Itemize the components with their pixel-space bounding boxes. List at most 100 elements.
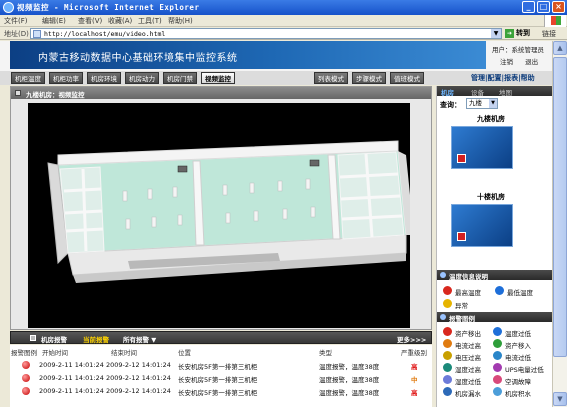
column-header: 严重级别 xyxy=(401,349,427,357)
asset-removed-icon xyxy=(443,327,452,336)
floor-select-value: 九楼 xyxy=(469,99,482,107)
alarm-type: 温度报警，温度38度 xyxy=(319,389,380,397)
panel-collapse-icon[interactable] xyxy=(15,90,21,96)
tab-cabinet-power[interactable]: 机柜功率 xyxy=(49,72,83,84)
info-icon xyxy=(440,272,446,278)
logout-link[interactable]: 注销 xyxy=(500,58,513,66)
vertical-scrollbar[interactable]: ▲ ▼ xyxy=(552,41,567,407)
scroll-up-icon[interactable]: ▲ xyxy=(553,41,567,55)
legend-label: 机房积水 xyxy=(505,390,531,398)
step-mode-button[interactable]: 步骤模式 xyxy=(352,72,386,84)
session-links: 注销 退出 xyxy=(500,56,548,66)
end-time: 2009-2-12 14:01:24 xyxy=(106,361,171,369)
tab-room-environment[interactable]: 机房环境 xyxy=(87,72,121,84)
legend-label: 资产移出 xyxy=(455,330,481,338)
max-temp-icon xyxy=(443,286,452,295)
menu-favorites[interactable]: 收藏(A) xyxy=(108,16,132,26)
management-links[interactable]: 管理|配置|报表|帮助 xyxy=(471,73,535,83)
address-url: http://localhost/emu/video.html xyxy=(44,30,166,38)
sidebar-tab-rooms[interactable]: 机房 xyxy=(441,87,454,97)
table-row[interactable]: 2009-2-11 14:01:24 2009-2-12 14:01:24 长安… xyxy=(10,386,432,397)
maximize-button[interactable]: □ xyxy=(537,1,550,13)
location: 长安机房5F第一排第三机柜 xyxy=(178,363,258,371)
alarm-red-icon xyxy=(22,374,30,382)
page-icon xyxy=(33,30,41,38)
breadcrumb: 九楼机房：视频监控 xyxy=(26,91,85,99)
window-title: 视频监控 - Microsoft Internet Explorer xyxy=(17,3,200,12)
list-mode-button[interactable]: 列表模式 xyxy=(314,72,348,84)
sidebar-tabs: 机房 设备 地图 xyxy=(437,86,553,97)
low-current-icon xyxy=(493,351,502,360)
scroll-thumb[interactable] xyxy=(553,57,567,357)
nav-tabs: 机柜温度 机柜功率 机房环境 机房动力 机房门禁 视频监控 列表模式 步骤模式 … xyxy=(0,71,567,85)
tab-room-power[interactable]: 机房动力 xyxy=(125,72,159,84)
room-card-9f[interactable] xyxy=(451,126,513,169)
address-bar: 地址(D) http://localhost/emu/video.html ▼ … xyxy=(0,27,567,40)
end-time: 2009-2-12 14:01:24 xyxy=(106,387,171,395)
close-button[interactable]: × xyxy=(552,1,565,13)
duty-mode-button[interactable]: 值班模式 xyxy=(390,72,424,84)
column-header: 位置 xyxy=(178,349,191,357)
table-row[interactable]: 2009-2-11 14:01:24 2009-2-12 14:01:24 长安… xyxy=(10,373,432,384)
menu-edit[interactable]: 编辑(E) xyxy=(42,16,66,26)
tab-access-control[interactable]: 机房门禁 xyxy=(163,72,197,84)
legend-label: 空调故障 xyxy=(505,378,531,386)
sidebar-tab-devices[interactable]: 设备 xyxy=(471,87,484,97)
alarm-panel-icon xyxy=(30,335,36,341)
menu-tools[interactable]: 工具(T) xyxy=(138,16,162,26)
location: 长安机房5F第一排第三机柜 xyxy=(178,389,258,397)
go-button[interactable]: ➜ 转到 xyxy=(505,28,530,39)
low-humidity-icon xyxy=(443,375,452,384)
more-link[interactable]: 更多>>> xyxy=(397,334,426,344)
alarm-legend-title: 报警图例 xyxy=(449,315,475,323)
column-header: 结束时间 xyxy=(111,349,137,357)
sidebar-tab-map[interactable]: 地图 xyxy=(499,87,512,97)
data-center-3d-view[interactable] xyxy=(28,103,410,328)
start-time: 2009-2-11 14:01:24 xyxy=(39,361,104,369)
tab-cabinet-temperature[interactable]: 机柜温度 xyxy=(11,72,45,84)
column-header: 开始时间 xyxy=(42,349,68,357)
floor-select[interactable]: 九楼 ▼ xyxy=(466,98,498,109)
scroll-down-icon[interactable]: ▼ xyxy=(553,392,567,406)
alarm-red-icon xyxy=(22,387,30,395)
address-label: 地址(D) xyxy=(4,30,29,38)
address-input[interactable]: http://localhost/emu/video.html ▼ xyxy=(30,28,502,39)
water-leak-icon xyxy=(443,387,452,396)
alarm-type: 温度报警，温度38度 xyxy=(319,363,380,371)
min-temp-icon xyxy=(495,286,504,295)
window-title-bar: 视频监控 - Microsoft Internet Explorer _ □ × xyxy=(0,0,567,15)
exit-link[interactable]: 退出 xyxy=(525,58,538,66)
severity: 中 xyxy=(411,376,418,384)
chevron-down-icon[interactable]: ▼ xyxy=(491,29,501,38)
legend-label: UPS电量过低 xyxy=(505,366,544,374)
alarm-table: 报警图例 开始时间 结束时间 位置 类型 严重级别 2009-2-11 14:0… xyxy=(10,345,432,407)
table-row[interactable]: 2009-2-11 14:01:24 2009-2-12 14:01:24 长安… xyxy=(10,360,432,371)
chevron-down-icon: ▼ xyxy=(489,99,497,108)
end-time: 2009-2-12 14:01:24 xyxy=(106,374,171,382)
current-alarms-tab[interactable]: 当前报警 xyxy=(83,334,109,344)
room-card-10f[interactable] xyxy=(451,204,513,247)
menu-bar: 文件(F) 编辑(E) 查看(V) 收藏(A) 工具(T) 帮助(H) xyxy=(0,15,567,27)
alarm-bar: 机房报警 当前报警 所有报警 ▼ 更多>>> xyxy=(10,331,432,344)
links-button[interactable]: 链接 xyxy=(542,29,556,39)
panel-header: 九楼机房：视频监控 xyxy=(11,87,431,99)
internet-explorer-icon xyxy=(3,2,14,13)
all-alarms-tab[interactable]: 所有报警 ▼ xyxy=(123,334,156,344)
column-header: 报警图例 xyxy=(11,349,37,357)
asset-added-icon xyxy=(493,339,502,348)
menu-view[interactable]: 查看(V) xyxy=(78,16,102,26)
legend-label: 最低温度 xyxy=(507,289,533,297)
abnormal-icon xyxy=(443,299,452,308)
legend-label: 电流过低 xyxy=(505,354,531,362)
minimize-button[interactable]: _ xyxy=(522,1,535,13)
legend-label: 机房漏水 xyxy=(455,390,481,398)
severity: 高 xyxy=(411,389,418,397)
alarm-legend-header: 报警图例 xyxy=(437,312,553,323)
query-label: 查询： xyxy=(440,101,461,109)
menu-file[interactable]: 文件(F) xyxy=(4,16,28,26)
legend-label: 温度过低 xyxy=(505,330,531,338)
menu-help[interactable]: 帮助(H) xyxy=(168,16,193,26)
start-time: 2009-2-11 14:01:24 xyxy=(39,387,104,395)
tab-video-monitoring[interactable]: 视频监控 xyxy=(201,72,235,84)
alarm-panel-title: 机房报警 xyxy=(41,336,67,344)
